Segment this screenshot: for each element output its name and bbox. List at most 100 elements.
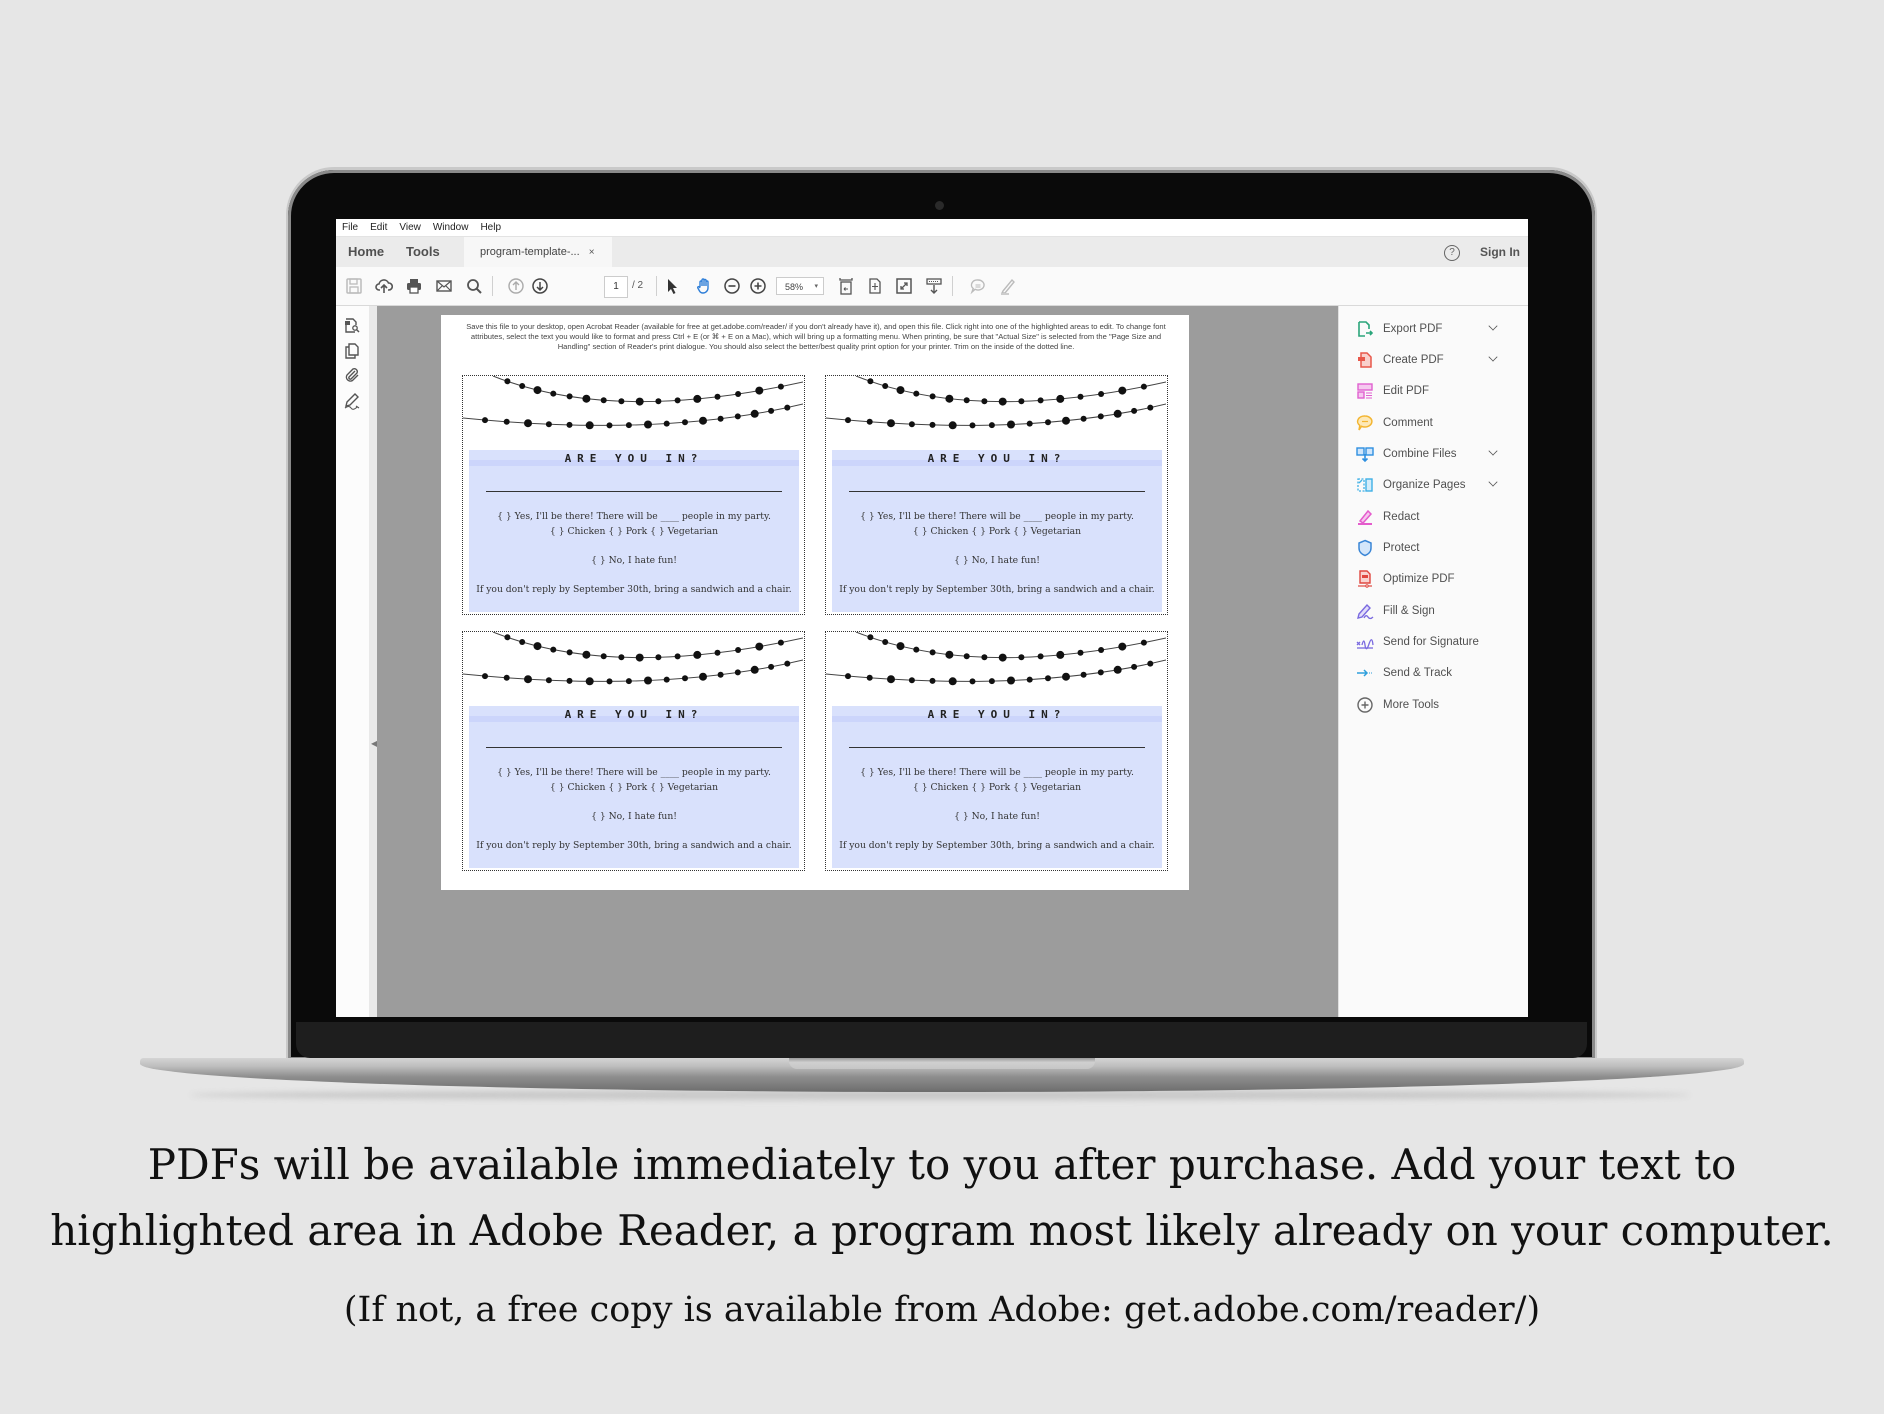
garland-bead [1140,639,1147,646]
garland-bead [717,671,724,678]
full-screen-icon[interactable] [894,276,914,296]
page-thumbnails-icon[interactable] [343,316,363,336]
tool-fill-sign[interactable]: Fill & Sign [1355,600,1525,622]
garland-bead [1026,676,1033,683]
garland-bead [929,649,936,656]
garland-bead [1113,665,1122,674]
rsvp-no-option: { } No, I hate fun! [591,555,677,566]
rsvp-form-field[interactable]: ARE YOU IN? { } Yes, I'll be there! Ther… [469,706,799,868]
garland-bead [1045,675,1051,682]
garland-bead [1045,419,1051,426]
chevron-down-icon[interactable] [1488,477,1498,487]
attachments-icon[interactable] [343,366,363,386]
garland-bead [882,639,889,645]
tool-organize-pages[interactable]: Organize Pages [1355,474,1525,496]
tool-create-pdf[interactable]: Create PDF [1355,349,1525,371]
garland-bead [693,650,702,659]
caption-line-2: highlighted area in Adobe Reader, a prog… [50,1206,1834,1255]
garland-bead [566,649,573,656]
rsvp-form-field[interactable]: ARE YOU IN? { } Yes, I'll be there! Ther… [469,450,799,612]
garland-bead [618,654,625,661]
garland-bead [524,675,532,684]
garland-bead [600,397,607,404]
garland-bead [606,678,613,685]
tool-send-track[interactable]: Send & Track [1355,662,1525,684]
garland-bead [777,639,784,646]
rsvp-no-option: { } No, I hate fun! [954,811,1040,822]
garland-bead [1018,654,1025,661]
garland-bead [1131,663,1138,670]
garland-bead [1056,394,1065,403]
organize-pages-icon [1355,475,1375,495]
highlight-pen-icon[interactable] [998,276,1018,296]
tool-protect[interactable]: Protect [1355,537,1525,559]
copy-pages-icon[interactable] [343,342,363,362]
garland-bead [988,422,995,429]
garland-bead [663,676,670,683]
tool-redact[interactable]: Redact [1355,506,1525,528]
garland-bead [519,383,526,389]
garland-bead [882,383,889,389]
garland-bead [1018,398,1025,405]
garland-bead [998,397,1007,406]
garland-bead [582,394,591,403]
garland-bead [1007,420,1015,429]
tool-combine-files[interactable]: Combine Files [1355,443,1525,465]
document-viewport[interactable]: Save this file to your desktop, open Acr… [377,306,1338,1017]
chevron-down-icon[interactable] [1488,321,1498,331]
garland-bead [1007,676,1015,685]
zoom-out-icon[interactable] [722,276,742,296]
garland-bead [896,642,905,651]
garland-bead [717,415,724,422]
scroll-mode-icon[interactable] [924,276,944,296]
garland-bead [734,413,741,420]
select-pointer-icon[interactable] [662,276,682,296]
tool-send-for-signature[interactable]: Send for Signature [1355,631,1525,653]
rsvp-footer: If you don't reply by September 30th, br… [476,840,792,851]
garland-bead [682,419,688,426]
comment-icon[interactable] [968,276,988,296]
garland-bead [533,642,542,651]
garland-bead [582,650,591,659]
garland-bead [545,677,552,684]
tool-export-pdf[interactable]: Export PDF [1355,318,1525,340]
rsvp-footer: If you don't reply by September 30th, br… [839,584,1155,595]
tool-comment[interactable]: Comment [1355,412,1525,434]
hand-icon[interactable] [694,276,714,296]
garland-bead [945,394,954,403]
garland-bead [1113,409,1122,418]
chevron-down-icon[interactable] [1488,446,1498,456]
laptop-chin [296,1022,1587,1058]
fit-page-icon[interactable] [836,276,856,296]
garland-bead [524,419,532,428]
garland-bead [1062,416,1070,425]
signature-pen-icon[interactable] [343,392,363,412]
garland-bead [734,669,741,676]
zoom-in-icon[interactable] [748,276,768,296]
caption-line-3: (If not, a free copy is available from A… [343,1290,1541,1330]
garland-bead [644,420,652,429]
zoom-level-select[interactable]: 58% ▾ [776,277,824,295]
garland-bead [655,654,662,661]
garland-bead [963,397,970,404]
garland-bead [768,663,775,670]
garland-bead [482,673,488,680]
tool-more-tools[interactable]: More Tools [1355,694,1525,716]
garland-bead [1037,397,1044,404]
rsvp-form-field[interactable]: ARE YOU IN? { } Yes, I'll be there! Ther… [832,450,1162,612]
garland-bead [867,378,874,385]
tool-optimize-pdf[interactable]: Optimize PDF [1355,568,1525,590]
garland-bead [981,398,988,405]
rsvp-form-field[interactable]: ARE YOU IN? { } Yes, I'll be there! Ther… [832,706,1162,868]
garland-bead [585,421,594,430]
tool-edit-pdf[interactable]: Edit PDF [1355,380,1525,402]
fit-width-icon[interactable] [865,276,885,296]
garland-bead [1080,671,1087,678]
chevron-down-icon[interactable] [1488,352,1498,362]
garland-bead [945,650,954,659]
nav-pane-collapse-bar[interactable] [369,306,377,1017]
garland-bead [981,654,988,661]
garland-bead [550,646,557,653]
garland-bead [929,677,936,684]
optimize-pdf-icon [1355,569,1375,589]
